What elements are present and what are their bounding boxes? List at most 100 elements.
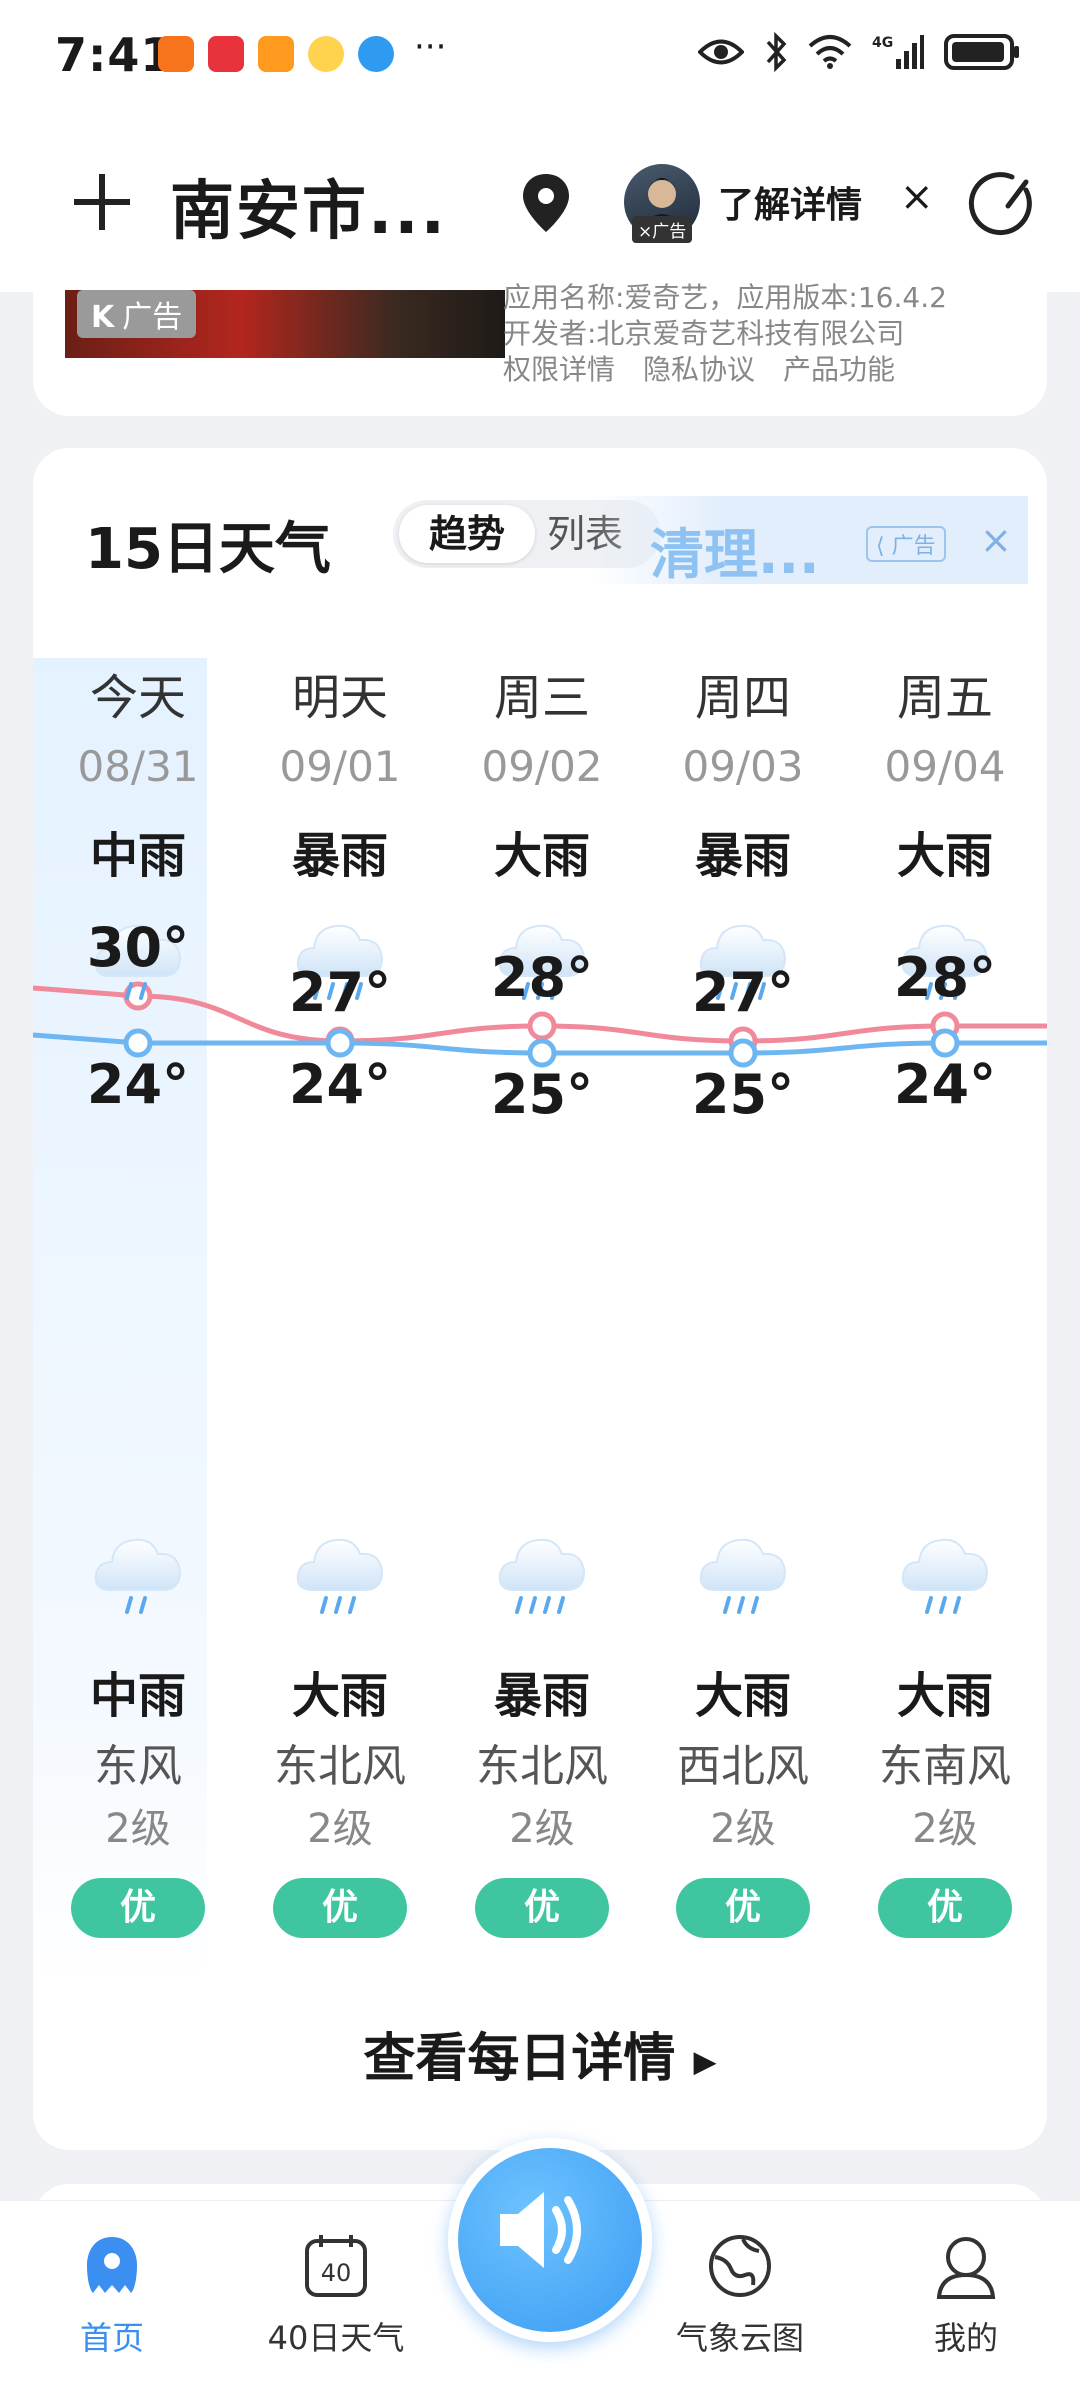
day-label: 今天 <box>89 670 186 726</box>
nav-40day-label: 40日天气 <box>267 2319 405 2357</box>
ad-card[interactable]: K 广告 应用名称:爱奇艺，应用版本:16.4.2 开发者:北京爱奇艺科技有限公司… <box>33 260 1047 416</box>
low-temp: 24° <box>288 1053 392 1116</box>
wind-direction: 东北风 <box>274 1741 406 1792</box>
nav-profile[interactable]: 我的 <box>876 2231 1056 2359</box>
arrow-right-icon: ▶ <box>693 2044 717 2080</box>
speaker-icon <box>500 2192 581 2268</box>
low-temp-point <box>930 1028 960 1058</box>
low-temp-point <box>325 1028 355 1058</box>
nav-profile-label: 我的 <box>933 2319 998 2357</box>
high-temp: 27° <box>288 961 392 1024</box>
day-weather: 暴雨 <box>694 828 791 884</box>
day-label: 周四 <box>694 670 791 726</box>
wind-level: 2级 <box>509 1806 575 1852</box>
eye-icon <box>698 39 744 65</box>
date-label: 09/04 <box>884 742 1006 791</box>
svg-text:40: 40 <box>321 2259 352 2287</box>
low-temp: 25° <box>691 1063 795 1126</box>
mascot-app-icon <box>308 36 344 72</box>
ad-info: 应用名称:爱奇艺，应用版本:16.4.2 开发者:北京爱奇艺科技有限公司 权限详… <box>503 280 947 388</box>
status-bar: 7:41 ··· 4G <box>0 0 1080 120</box>
bluetooth-icon <box>766 32 787 72</box>
browser-app-icon <box>358 36 394 72</box>
aqi-badge: 优 <box>71 1878 205 1938</box>
low-temp: 24° <box>86 1053 190 1116</box>
night-weather: 大雨 <box>291 1668 388 1724</box>
forecast-card: 15日天气 趋势 列表 清理... ⟨ 广告 × 今天 08/31 中雨 30° 24°… <box>33 448 1047 2150</box>
wind-level: 2级 <box>912 1806 978 1852</box>
signal-4g-icon: 4G <box>872 35 924 69</box>
news-app-icon <box>258 36 294 72</box>
night-weather: 暴雨 <box>493 1668 590 1724</box>
day-label: 周三 <box>493 670 590 726</box>
low-temp: 24° <box>893 1053 997 1116</box>
book-app-icon <box>208 36 244 72</box>
high-temp: 28° <box>893 946 997 1009</box>
wind-direction: 西北风 <box>677 1741 809 1792</box>
day-label: 周五 <box>896 670 993 726</box>
svg-text:4G: 4G <box>872 35 893 51</box>
aqi-badge: 优 <box>676 1878 810 1938</box>
date-label: 09/02 <box>481 742 603 791</box>
system-status-icons: 4G <box>698 32 1020 72</box>
more-notifications-icon: ··· <box>414 27 447 67</box>
aqi-badge: 优 <box>878 1878 1012 1938</box>
ad-info-line: 应用名称:爱奇艺，应用版本:16.4.2 <box>503 281 947 314</box>
add-city-icon[interactable] <box>70 170 134 234</box>
heavy-rain-icon <box>901 1538 989 1614</box>
aqi-badge: 优 <box>475 1878 609 1938</box>
high-temp-point <box>527 1011 557 1041</box>
refresh-icon[interactable] <box>968 168 1040 240</box>
calendar-40-icon: 40 <box>305 2235 367 2297</box>
rainstorm-icon <box>498 1538 586 1614</box>
learn-more-link[interactable]: 了解详情 <box>718 176 862 228</box>
nav-cloud-map[interactable]: 气象云图 <box>650 2231 830 2359</box>
notification-icons: ··· <box>158 27 446 72</box>
wifi-icon <box>808 35 852 69</box>
wind-level: 2级 <box>307 1806 373 1852</box>
nav-cloud-map-label: 气象云图 <box>675 2319 804 2357</box>
home-icon <box>87 2237 137 2293</box>
night-weather: 大雨 <box>896 1668 993 1724</box>
wind-level: 2级 <box>710 1806 776 1852</box>
low-temp-point <box>728 1038 758 1068</box>
wind-direction: 东北风 <box>476 1741 608 1792</box>
date-label: 08/31 <box>77 742 199 791</box>
profile-icon <box>936 2237 996 2299</box>
heavy-rain-icon <box>699 1538 787 1614</box>
globe-icon <box>709 2235 771 2297</box>
nav-home-label: 首页 <box>79 2319 144 2357</box>
location-pin-icon <box>523 174 569 232</box>
voice-broadcast-button[interactable] <box>448 2138 652 2342</box>
nav-40day[interactable]: 40 40日天气 <box>246 2231 426 2359</box>
day-weather: 大雨 <box>493 828 590 884</box>
status-time: 7:41 <box>55 28 174 82</box>
day-label: 明天 <box>291 670 388 726</box>
day-weather: 暴雨 <box>291 828 388 884</box>
city-name[interactable]: 南安市... <box>170 160 447 252</box>
high-temp: 28° <box>490 946 594 1009</box>
moderate-rain-icon <box>94 1538 182 1614</box>
day-weather: 大雨 <box>896 828 993 884</box>
ad-info-line[interactable]: 权限详情 隐私协议 产品功能 <box>503 352 947 388</box>
low-temp: 25° <box>490 1063 594 1126</box>
aqi-badge: 优 <box>273 1878 407 1938</box>
high-temp: 27° <box>691 961 795 1024</box>
wind-direction: 东风 <box>94 1741 182 1792</box>
high-temp: 30° <box>86 916 190 979</box>
daily-details-link[interactable]: 查看每日详情 ▶ <box>33 2016 1047 2091</box>
battery-icon <box>944 34 1019 70</box>
app-notification-icon <box>158 36 194 72</box>
day-weather: 中雨 <box>89 828 186 884</box>
ad-label: ×广告 <box>632 216 693 243</box>
night-weather: 中雨 <box>89 1668 186 1724</box>
night-weather: 大雨 <box>694 1668 791 1724</box>
wind-direction: 东南风 <box>879 1741 1011 1792</box>
nav-home[interactable]: 首页 <box>22 2231 202 2359</box>
low-temp-point <box>123 1028 153 1058</box>
date-label: 09/01 <box>279 742 401 791</box>
heavy-rain-icon <box>296 1538 384 1614</box>
close-ad-button[interactable]: × <box>900 174 934 220</box>
ad-image-tag: K 广告 <box>77 290 197 338</box>
wind-level: 2级 <box>105 1806 171 1852</box>
